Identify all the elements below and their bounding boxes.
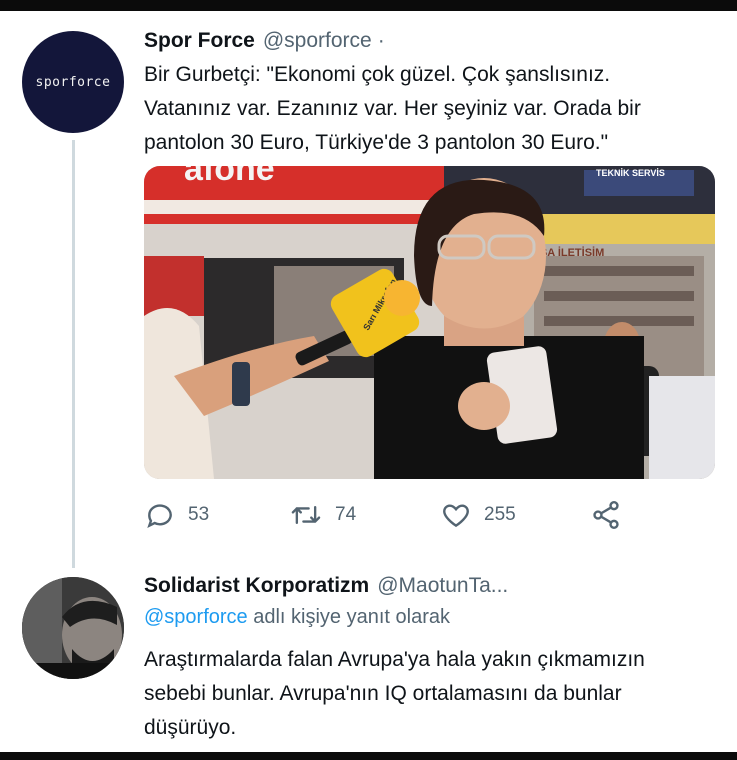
thread-connector-line: [72, 140, 75, 568]
like-icon: [443, 504, 469, 528]
replying-to-line: @sporforce adlı kişiye yanıt olarak: [144, 606, 450, 629]
like-count: 255: [484, 504, 516, 525]
like-button[interactable]: 255: [440, 495, 516, 535]
reply-author-handle[interactable]: @MaotunTa...: [377, 574, 508, 598]
tweet-text-line: Bir Gurbetçi: "Ekonomi çok güzel. Çok şa…: [144, 63, 611, 86]
reply-text-line: Araştırmalarda falan Avrupa'ya hala yakı…: [144, 648, 645, 671]
tweet-header: Spor Force @sporforce ·: [144, 29, 385, 53]
reply-icon: [147, 504, 172, 529]
reply-text-line: sebebi bunlar. Avrupa'nın IQ ortalamasın…: [144, 682, 622, 705]
separator-dot: ·: [377, 29, 385, 52]
tweet-text: Bir Gurbetçi: "Ekonomi çok güzel. Çok şa…: [144, 58, 641, 160]
retweet-icon: [291, 505, 321, 525]
top-edge-bar: [0, 0, 737, 11]
author-name[interactable]: Spor Force: [144, 29, 255, 53]
tweet-photo[interactable]: afone TEKNİK SERVİS BAŞA İLETİŞİM Sarı M…: [144, 166, 715, 479]
reply-author-avatar[interactable]: [22, 577, 124, 679]
retweet-button[interactable]: 74: [289, 495, 356, 535]
reply-header: Solidarist Korporatizm @MaotunTa...: [144, 574, 508, 598]
reply-text-line: düşürüyo.: [144, 716, 237, 739]
svg-text:afone: afone: [184, 166, 275, 188]
replying-to-handle[interactable]: @sporforce: [144, 606, 248, 628]
share-button[interactable]: [590, 495, 622, 535]
reply-button[interactable]: 53: [144, 495, 209, 535]
bottom-edge-bar: [0, 752, 737, 760]
tweet-actions: 53 74 255: [144, 495, 624, 535]
share-icon: [593, 501, 619, 529]
reply-count: 53: [188, 504, 210, 525]
reply-text: Araştırmalarda falan Avrupa'ya hala yakı…: [144, 643, 645, 745]
author-handle[interactable]: @sporforce: [263, 29, 372, 53]
reply-author-name[interactable]: Solidarist Korporatizm: [144, 574, 369, 598]
avatar-logo-text: sporforce: [35, 74, 111, 90]
shop-sign-text: TEKNİK SERVİS: [596, 168, 665, 178]
retweet-count: 74: [335, 504, 357, 525]
replying-to-text: adlı kişiye yanıt olarak: [247, 606, 450, 628]
sporforce-avatar[interactable]: sporforce: [22, 31, 124, 133]
tweet-text-line: pantolon 30 Euro, Türkiye'de 3 pantolon …: [144, 131, 609, 154]
tweet-text-line: Vatanınız var. Ezanınız var. Her şeyiniz…: [144, 97, 641, 120]
